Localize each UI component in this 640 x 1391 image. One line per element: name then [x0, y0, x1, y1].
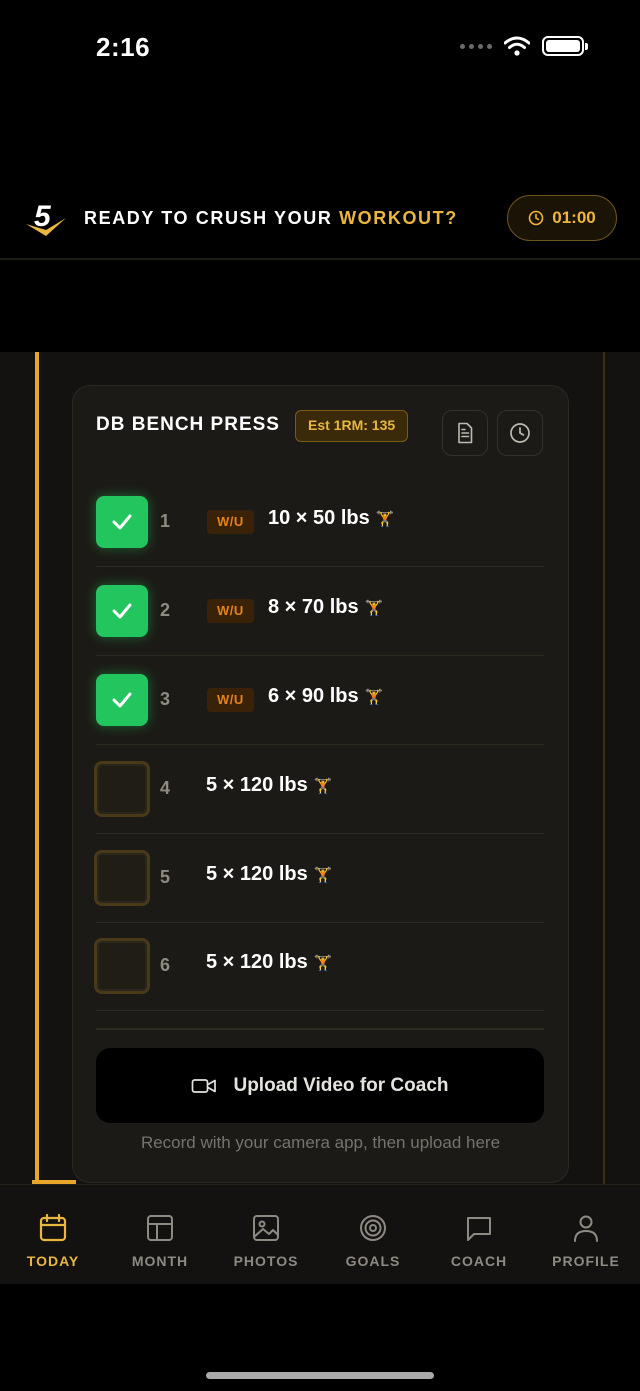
warmup-badge: W/U [207, 688, 254, 712]
set-row: 4 5 × 120 lbs 🏋 [94, 745, 544, 834]
checkmark-icon [112, 692, 132, 708]
tab-label: PHOTOS [233, 1253, 299, 1269]
side-rail [603, 352, 605, 1184]
document-icon [458, 422, 473, 444]
calendar-icon [39, 1213, 67, 1242]
checkmark-icon [112, 514, 132, 530]
clock-icon [510, 423, 530, 443]
set-checkbox[interactable] [94, 850, 150, 906]
set-number: 4 [160, 778, 171, 798]
logo-icon: 5 [26, 200, 66, 236]
set-number: 6 [160, 955, 171, 975]
set-value: 10 × 50 lbs 🏋 [268, 507, 394, 530]
status-time: 2:16 [96, 32, 151, 62]
set-checkbox[interactable] [94, 938, 150, 994]
set-value: 5 × 120 lbs 🏋 [206, 774, 332, 797]
tab-month[interactable]: MONTH [107, 1213, 213, 1269]
set-value-text: 5 × 120 lbs [206, 774, 308, 796]
dumbbell-icon: 🏋 [375, 511, 395, 528]
est-1rm-badge: Est 1RM: 135 [295, 410, 409, 442]
set-value-text: 6 × 90 lbs [268, 685, 359, 707]
battery-icon [542, 36, 588, 56]
set-checkbox[interactable] [96, 496, 148, 548]
warmup-badge: W/U [207, 510, 254, 534]
set-checkbox[interactable] [96, 585, 148, 637]
header-title-gold: WORKOUT? [339, 208, 458, 228]
divider [96, 1028, 544, 1030]
set-value-text: 8 × 70 lbs [268, 596, 359, 618]
set-value-text: 5 × 120 lbs [206, 951, 308, 973]
tab-goals[interactable]: GOALS [320, 1213, 426, 1269]
dumbbell-icon: 🏋 [313, 955, 333, 972]
header-spacer [0, 262, 640, 352]
progress-rail [35, 352, 39, 1184]
set-checkbox[interactable] [94, 761, 150, 817]
tab-photos[interactable]: PHOTOS [213, 1213, 319, 1269]
timer-value: 01:00 [552, 208, 596, 227]
set-checkbox[interactable] [96, 674, 148, 726]
set-value: 5 × 120 lbs 🏋 [206, 951, 332, 974]
tab-coach[interactable]: COACH [426, 1213, 532, 1269]
target-icon [360, 1215, 386, 1241]
set-row: 3 W/U 6 × 90 lbs 🏋 [96, 656, 544, 745]
set-value: 5 × 120 lbs 🏋 [206, 863, 332, 886]
header-title: READY TO CRUSH YOUR WORKOUT? [84, 208, 458, 229]
tab-label: PROFILE [552, 1253, 620, 1269]
person-icon [574, 1215, 598, 1242]
status-bar: 2:16 [0, 0, 640, 96]
set-number: 3 [160, 689, 171, 709]
set-row: 5 5 × 120 lbs 🏋 [94, 834, 544, 923]
upload-video-button[interactable]: Upload Video for Coach [96, 1048, 544, 1123]
exercise-name: DB BENCH PRESS [96, 414, 280, 435]
set-value: 6 × 90 lbs 🏋 [268, 685, 383, 708]
upload-hint: Record with your camera app, then upload… [140, 1133, 501, 1152]
status-icons [460, 36, 588, 56]
tab-bar: TODAY MONTH PHOTOS GOALS COACH PROFILE [0, 1184, 640, 1284]
home-indicator[interactable] [206, 1372, 434, 1379]
chat-icon [467, 1217, 491, 1241]
dumbbell-icon: 🏋 [313, 778, 333, 795]
grid-icon [147, 1215, 173, 1241]
set-row: 1 W/U 10 × 50 lbs 🏋 [96, 478, 544, 567]
rest-timer-button[interactable]: 01:00 [507, 195, 617, 241]
set-number: 5 [160, 867, 171, 887]
set-value-text: 5 × 120 lbs [206, 863, 308, 885]
clock-icon [528, 210, 544, 226]
dumbbell-icon: 🏋 [313, 867, 333, 884]
set-number: 1 [160, 511, 171, 531]
svg-text:5: 5 [34, 200, 52, 233]
set-number: 2 [160, 600, 171, 620]
checkmark-icon [112, 603, 132, 619]
tab-today[interactable]: TODAY [0, 1213, 106, 1269]
notes-button[interactable] [442, 410, 488, 456]
tab-profile[interactable]: PROFILE [533, 1213, 639, 1269]
set-value: 8 × 70 lbs 🏋 [268, 596, 383, 619]
set-row: 2 W/U 8 × 70 lbs 🏋 [96, 567, 544, 656]
tab-label: MONTH [131, 1253, 189, 1269]
set-row: 6 5 × 120 lbs 🏋 [94, 922, 544, 1011]
image-icon [253, 1215, 279, 1241]
dumbbell-icon: 🏋 [364, 600, 384, 617]
warmup-badge: W/U [207, 599, 254, 623]
tab-label: TODAY [26, 1253, 80, 1269]
signal-icon [460, 43, 492, 49]
header-title-white: READY TO CRUSH YOUR [84, 208, 333, 228]
dumbbell-icon: 🏋 [364, 689, 384, 706]
history-button[interactable] [497, 410, 543, 456]
set-value-text: 10 × 50 lbs [268, 507, 370, 529]
wifi-icon [504, 36, 530, 56]
upload-video-label: Upload Video for Coach [233, 1074, 449, 1096]
tab-label: GOALS [345, 1253, 401, 1269]
tab-label: COACH [450, 1253, 508, 1269]
video-camera-icon [192, 1078, 217, 1093]
